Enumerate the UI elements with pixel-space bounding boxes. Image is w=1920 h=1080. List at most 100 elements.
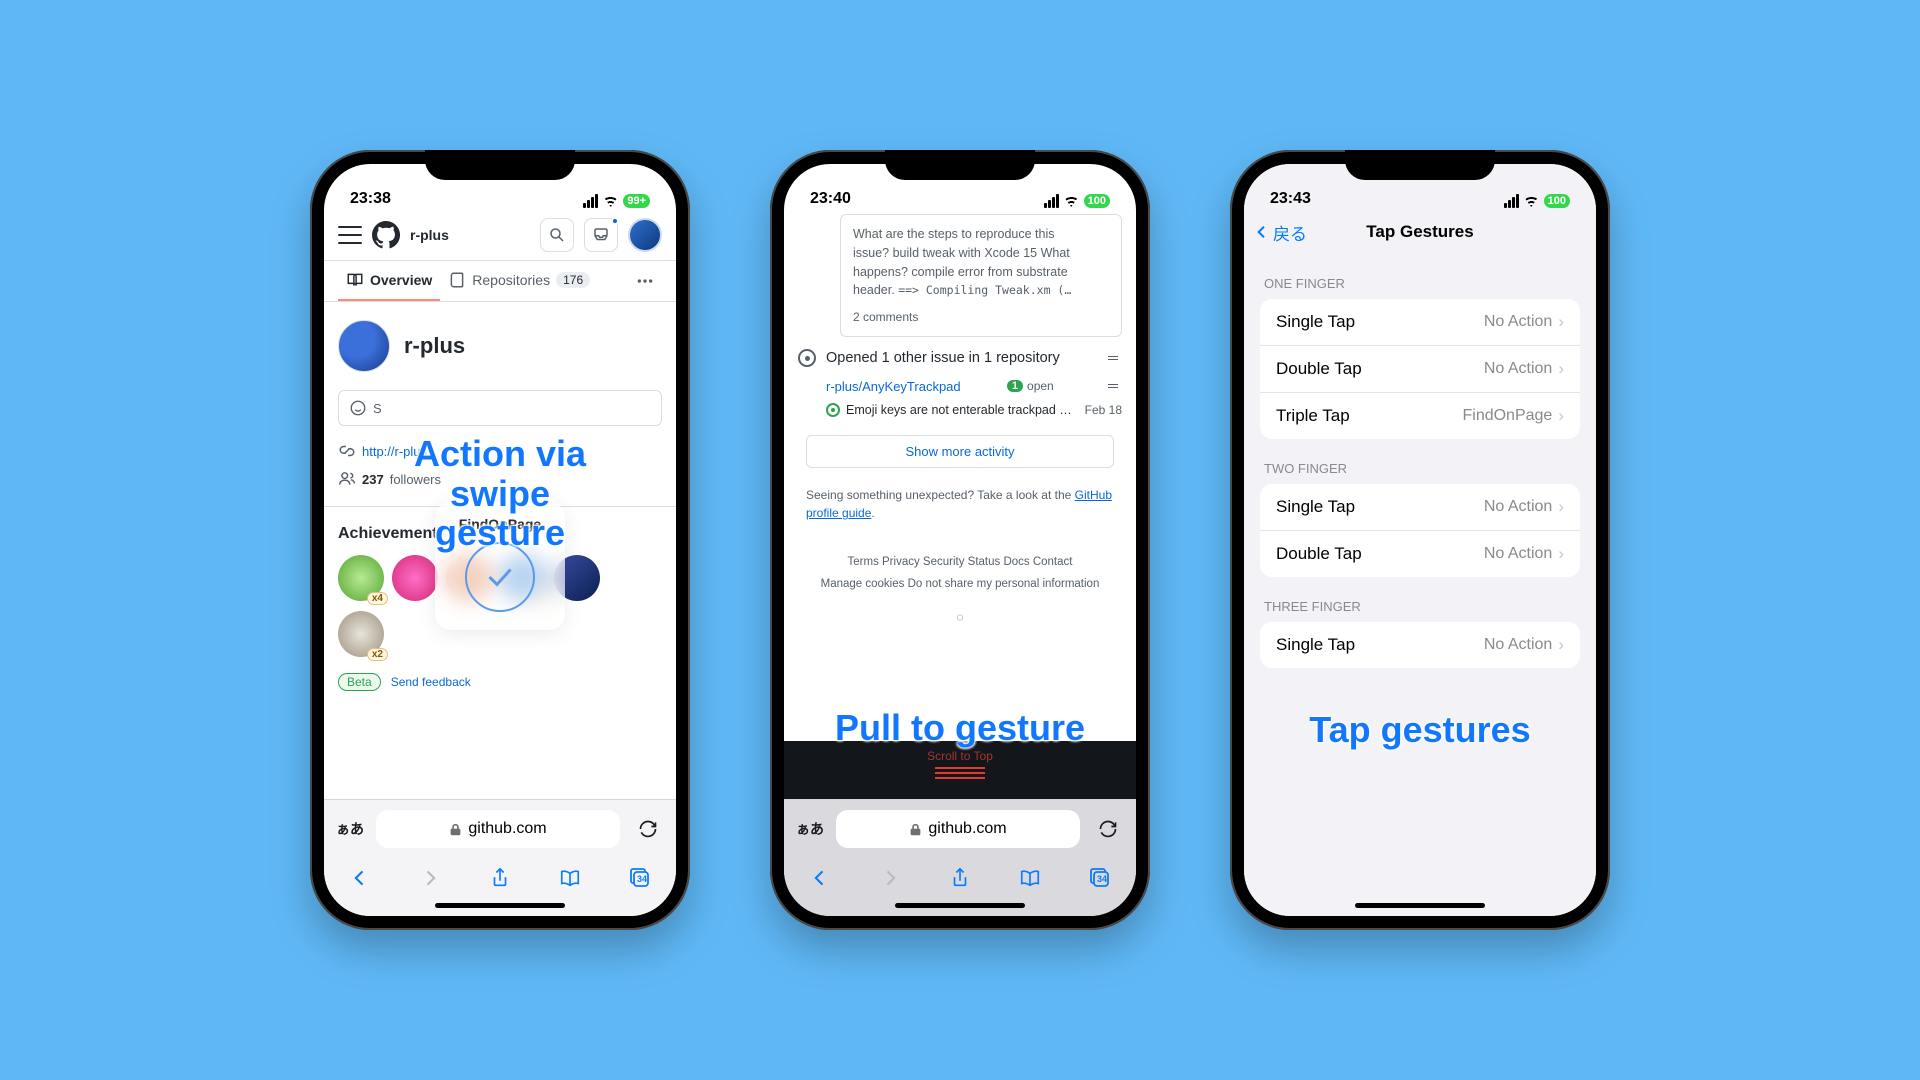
chevron-right-icon: › xyxy=(1558,359,1564,379)
tabs-more-button[interactable] xyxy=(628,264,662,298)
bookmarks-button[interactable] xyxy=(1016,864,1044,892)
back-button[interactable]: 戻る xyxy=(1254,220,1307,245)
row-label: Single Tap xyxy=(1276,497,1355,517)
chevron-left-icon xyxy=(350,868,370,888)
chevron-right-icon: › xyxy=(1558,312,1564,332)
kebab-icon xyxy=(636,272,654,290)
url-field[interactable]: github.com xyxy=(376,810,620,848)
battery-badge: 100 xyxy=(1084,194,1110,208)
expand-icon[interactable] xyxy=(1104,377,1122,395)
hamburger-icon[interactable] xyxy=(338,226,362,244)
avatar[interactable] xyxy=(628,218,662,252)
url-field[interactable]: github.com xyxy=(836,810,1080,848)
url-domain: github.com xyxy=(928,820,1006,838)
overlay-caption: Action via swipe gesture xyxy=(412,434,588,553)
reload-button[interactable] xyxy=(1092,813,1124,845)
text-size-button[interactable]: ぁあ xyxy=(336,819,364,839)
inbox-icon xyxy=(592,226,610,244)
lock-icon xyxy=(449,823,462,836)
issue-row[interactable]: Emoji keys are not enterable trackpad … … xyxy=(826,403,1122,417)
row-label: Single Tap xyxy=(1276,635,1355,655)
chevron-right-icon xyxy=(420,868,440,888)
row-value: No Action xyxy=(1484,636,1552,654)
content: 戻る Tap Gestures ONE FINGER Single TapNo … xyxy=(1244,210,1596,916)
tabs-count: 34 xyxy=(637,874,647,884)
row-double-tap[interactable]: Double TapNo Action› xyxy=(1260,531,1580,577)
safari-address-bar: ぁあ github.com xyxy=(784,799,1136,858)
reload-button[interactable] xyxy=(632,813,664,845)
inbox-button[interactable] xyxy=(584,218,618,252)
forward-button[interactable] xyxy=(876,864,904,892)
cellular-icon xyxy=(1044,194,1059,208)
nav-bar: 戻る Tap Gestures xyxy=(1244,210,1596,254)
share-button[interactable] xyxy=(486,864,514,892)
footer-row[interactable]: Manage cookies Do not share my personal … xyxy=(821,578,1100,590)
status-time: 23:38 xyxy=(350,190,391,208)
activity-event[interactable]: Opened 1 other issue in 1 repository xyxy=(798,349,1122,367)
text-size-button[interactable]: ぁあ xyxy=(796,819,824,839)
achievement-multiplier: x4 xyxy=(367,592,388,605)
content: What are the steps to reproduce this iss… xyxy=(784,210,1136,799)
profile-avatar[interactable] xyxy=(338,320,390,372)
row-triple-tap[interactable]: Triple TapFindOnPage› xyxy=(1260,393,1580,439)
battery-badge: 99+ xyxy=(623,194,650,208)
event-repo-name: r-plus/AnyKeyTrackpad xyxy=(826,379,961,394)
section-three-finger: THREE FINGER xyxy=(1244,577,1596,622)
tabs-count: 34 xyxy=(1097,874,1107,884)
row-label: Double Tap xyxy=(1276,544,1362,564)
achievement-badge[interactable] xyxy=(392,555,438,601)
row-value: No Action xyxy=(1484,498,1552,516)
tab-overview[interactable]: Overview xyxy=(338,261,440,301)
smiley-icon xyxy=(349,399,367,417)
pull-gesture-area[interactable]: Scroll to Top xyxy=(784,741,1136,799)
back-button[interactable] xyxy=(346,864,374,892)
group-two-finger: Single TapNo Action› Double TapNo Action… xyxy=(1260,484,1580,577)
footer-row[interactable]: Terms Privacy Security Status Docs Conta… xyxy=(848,556,1073,568)
phone-1: 23:38 99+ r-plus xyxy=(310,150,690,930)
tab-repositories-label: Repositories xyxy=(472,272,550,288)
row-single-tap[interactable]: Single TapNo Action› xyxy=(1260,622,1580,668)
row-double-tap[interactable]: Double Tap No Action › xyxy=(1260,346,1580,393)
back-label: 戻る xyxy=(1273,220,1307,245)
share-button[interactable] xyxy=(946,864,974,892)
github-footer: Terms Privacy Security Status Docs Conta… xyxy=(806,552,1114,596)
cellular-icon xyxy=(583,194,598,208)
status-field[interactable]: S xyxy=(338,390,662,426)
book-open-icon xyxy=(1018,867,1042,889)
wifi-icon xyxy=(1063,195,1080,207)
tabs-button[interactable]: 34 xyxy=(1086,864,1114,892)
tabs-button[interactable]: 34 xyxy=(626,864,654,892)
url-domain: github.com xyxy=(468,820,546,838)
achievement-badge[interactable]: x2 xyxy=(338,611,384,657)
notch xyxy=(425,150,575,180)
show-more-button[interactable]: Show more activity xyxy=(806,435,1114,468)
header-username[interactable]: r-plus xyxy=(410,227,530,243)
achievement-badge[interactable]: x4 xyxy=(338,555,384,601)
search-button[interactable] xyxy=(540,218,574,252)
tab-repositories[interactable]: Repositories 176 xyxy=(440,261,598,301)
row-single-tap[interactable]: Single TapNo Action› xyxy=(1260,484,1580,531)
card-line: issue? build tweak with Xcode 15 What xyxy=(853,246,1070,260)
row-value: No Action xyxy=(1484,360,1552,378)
event-title: Opened 1 other issue in 1 repository xyxy=(826,350,1060,366)
expand-icon[interactable] xyxy=(1104,349,1122,367)
issue-card[interactable]: What are the steps to reproduce this iss… xyxy=(840,214,1122,337)
issue-open-icon xyxy=(826,403,840,417)
group-three-finger: Single TapNo Action› xyxy=(1260,622,1580,668)
forward-button[interactable] xyxy=(416,864,444,892)
row-value: No Action xyxy=(1484,313,1552,331)
github-logo-icon[interactable] xyxy=(372,221,400,249)
send-feedback-link[interactable]: Send feedback xyxy=(391,675,471,689)
event-repo[interactable]: r-plus/AnyKeyTrackpad 1 open xyxy=(826,377,1122,395)
beta-row: Beta Send feedback xyxy=(338,673,662,691)
issue-opened-icon xyxy=(798,349,816,367)
home-indicator xyxy=(1355,903,1485,908)
back-button[interactable] xyxy=(806,864,834,892)
row-single-tap[interactable]: Single TapNo Action› xyxy=(1260,299,1580,346)
wifi-icon xyxy=(602,195,619,207)
pull-lines-icon xyxy=(784,767,1136,779)
row-label: Double Tap xyxy=(1276,359,1362,379)
bookmarks-button[interactable] xyxy=(556,864,584,892)
link-icon xyxy=(338,442,356,460)
notch xyxy=(885,150,1035,180)
